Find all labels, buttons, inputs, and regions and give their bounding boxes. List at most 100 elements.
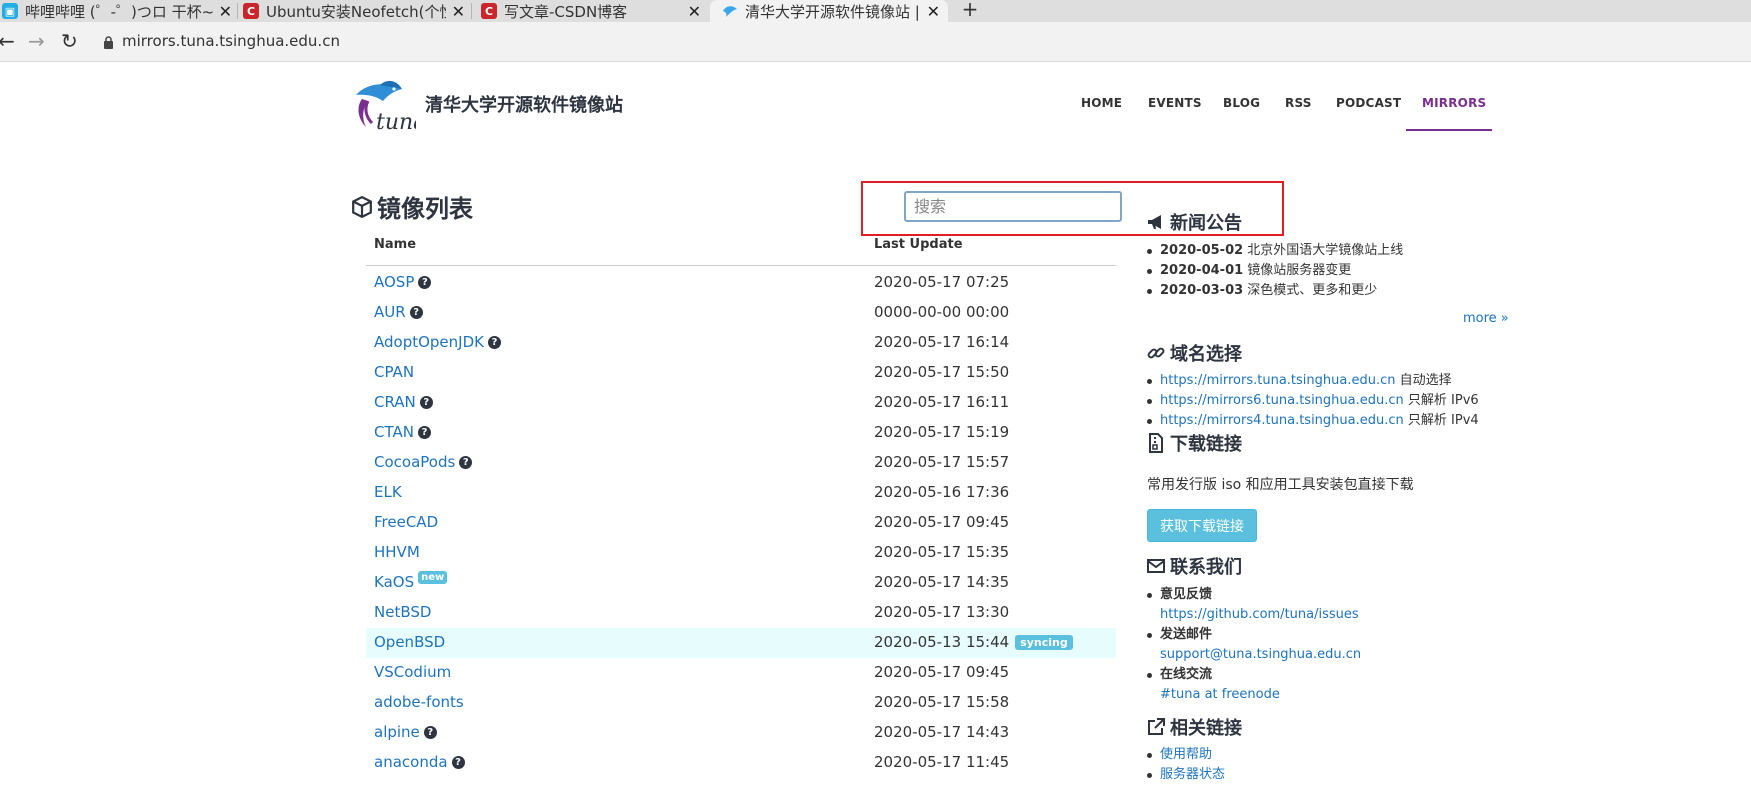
table-row: AdoptOpenJDK? 2020-05-17 16:14 <box>366 328 1116 358</box>
mirror-name[interactable]: FreeCAD <box>374 513 438 531</box>
mirror-name[interactable]: adobe-fonts <box>374 693 464 711</box>
table-row: CocoaPods? 2020-05-17 15:57 <box>366 448 1116 478</box>
domain-item: https://mirrors4.tuna.tsinghua.edu.cn 只解… <box>1146 411 1479 431</box>
mirror-name[interactable]: VSCodium <box>374 663 451 681</box>
mirror-name-link[interactable]: OpenBSD <box>374 633 445 651</box>
mirror-name[interactable]: AdoptOpenJDK <box>374 333 484 351</box>
mirror-name[interactable]: NetBSD <box>374 603 431 621</box>
mirror-name[interactable]: AOSP <box>374 273 414 291</box>
tuna-logo[interactable]: tuna <box>350 79 416 133</box>
domain-item: https://mirrors.tuna.tsinghua.edu.cn 自动选… <box>1146 371 1479 391</box>
mirror-name-link[interactable]: CTAN? <box>374 423 431 441</box>
reload-icon[interactable]: ↻ <box>61 30 78 52</box>
help-question-icon[interactable]: ? <box>418 275 432 289</box>
help-question-icon[interactable]: ? <box>451 755 465 769</box>
mirror-name[interactable]: CocoaPods <box>374 453 455 471</box>
related-link[interactable]: 使用帮助 <box>1160 747 1212 762</box>
news-text[interactable]: 镜像站服务器变更 <box>1247 263 1351 278</box>
help-question-icon[interactable]: ? <box>487 335 501 349</box>
news-more-link[interactable]: more » <box>1463 311 1509 326</box>
mirror-name[interactable]: alpine <box>374 723 420 741</box>
last-update-value: 2020-05-17 14:35 <box>874 573 1010 591</box>
get-download-links-button[interactable]: 获取下载链接 <box>1147 509 1257 542</box>
mirror-name-link[interactable]: KaOS new <box>374 570 448 591</box>
news-item[interactable]: 2020-04-01 镜像站服务器变更 <box>1146 261 1403 281</box>
mirror-name[interactable]: ELK <box>374 483 402 501</box>
tab-tuna-mirrors[interactable]: 清华大学开源软件镜像站 | Tsinghua ✕ <box>710 0 948 22</box>
table-row: OpenBSD 2020-05-13 15:44 syncing <box>366 628 1116 658</box>
search-input[interactable] <box>904 191 1122 222</box>
tab-title: 哔哩哔哩 (゜-゜)つロ 干杯~-bilibili <box>25 2 213 21</box>
nav-blog[interactable]: BLOG <box>1223 96 1260 110</box>
help-question-icon[interactable]: ? <box>419 395 433 409</box>
mirror-name-link[interactable]: FreeCAD <box>374 513 438 531</box>
mirror-name[interactable]: anaconda <box>374 753 448 771</box>
contact-value[interactable]: https://github.com/tuna/issues <box>1160 605 1361 625</box>
help-question-icon[interactable]: ? <box>417 425 431 439</box>
mirror-name-link[interactable]: AOSP? <box>374 273 432 291</box>
tab-bilibili[interactable]: ▣ 哔哩哔哩 (゜-゜)つロ 干杯~-bilibili ✕ <box>2 0 232 22</box>
nav-podcast[interactable]: PODCAST <box>1336 96 1401 110</box>
forward-arrow-icon[interactable]: → <box>28 30 45 52</box>
mirror-name-link[interactable]: NetBSD <box>374 603 431 621</box>
contact-value[interactable]: #tuna at freenode <box>1160 685 1361 705</box>
site-title[interactable]: 清华大学开源软件镜像站 <box>425 91 623 117</box>
contact-value[interactable]: support@tuna.tsinghua.edu.cn <box>1160 645 1361 665</box>
news-date: 2020-05-02 <box>1160 243 1244 258</box>
cube-icon <box>352 195 372 218</box>
mirror-name-link[interactable]: CRAN? <box>374 393 433 411</box>
nav-mirrors[interactable]: MIRRORS <box>1422 96 1486 110</box>
news-item[interactable]: 2020-03-03 深色模式、更多和更少 <box>1146 281 1403 301</box>
last-update-value: 2020-05-17 11:45 <box>874 753 1010 771</box>
mirror-name-link[interactable]: CPAN <box>374 363 414 381</box>
domain-link[interactable]: https://mirrors6.tuna.tsinghua.edu.cn <box>1160 393 1404 408</box>
table-row: NetBSD 2020-05-17 13:30 <box>366 598 1116 628</box>
mirror-name-link[interactable]: HHVM <box>374 543 420 561</box>
table-row: AUR? 0000-00-00 00:00 <box>366 298 1116 328</box>
page-content: tuna 清华大学开源软件镜像站 HOME EVENTS BLOG RSS PO… <box>0 63 1751 785</box>
close-tab-icon[interactable]: ✕ <box>219 2 232 21</box>
mirror-name-link[interactable]: AdoptOpenJDK? <box>374 333 501 351</box>
mirror-name[interactable]: CPAN <box>374 363 414 381</box>
mirror-name-link[interactable]: anaconda? <box>374 753 465 771</box>
related-link[interactable]: 服务器状态 <box>1160 767 1225 782</box>
domain-link[interactable]: https://mirrors.tuna.tsinghua.edu.cn <box>1160 373 1396 388</box>
table-row: alpine? 2020-05-17 14:43 <box>366 718 1116 748</box>
related-link-item: 使用帮助 <box>1146 745 1225 765</box>
mirror-name-link[interactable]: ELK <box>374 483 402 501</box>
nav-events[interactable]: EVENTS <box>1148 96 1202 110</box>
help-question-icon[interactable]: ? <box>459 455 473 469</box>
mirror-name-link[interactable]: adobe-fonts <box>374 693 464 711</box>
tab-ubuntu-neofetch[interactable]: C Ubuntu安装Neofetch(个性化终端) ✕ <box>243 0 465 22</box>
mirror-name[interactable]: CTAN <box>374 423 414 441</box>
help-question-icon[interactable]: ? <box>409 305 423 319</box>
close-tab-icon[interactable]: ✕ <box>927 2 940 21</box>
close-tab-icon[interactable]: ✕ <box>688 2 701 21</box>
back-arrow-icon[interactable]: ← <box>0 30 15 52</box>
mirror-name[interactable]: AUR <box>374 303 406 321</box>
help-question-icon[interactable]: ? <box>423 725 437 739</box>
mirror-name-link[interactable]: CocoaPods? <box>374 453 473 471</box>
address-bar[interactable]: mirrors.tuna.tsinghua.edu.cn <box>122 32 340 50</box>
table-row: HHVM 2020-05-17 15:35 <box>366 538 1116 568</box>
bilibili-icon: ▣ <box>2 3 18 19</box>
tuna-fish-icon <box>722 3 738 19</box>
mirror-last-update: 2020-05-17 14:35 <box>874 573 1009 591</box>
nav-rss[interactable]: RSS <box>1285 96 1312 110</box>
close-tab-icon[interactable]: ✕ <box>452 2 465 21</box>
news-item[interactable]: 2020-05-02 北京外国语大学镜像站上线 <box>1146 241 1403 261</box>
mirror-name-link[interactable]: VSCodium <box>374 663 451 681</box>
nav-home[interactable]: HOME <box>1081 96 1122 110</box>
mirror-name-link[interactable]: AUR? <box>374 303 423 321</box>
tab-separator <box>471 3 472 19</box>
tab-csdn-write[interactable]: C 写文章-CSDN博客 ✕ <box>481 0 701 22</box>
domain-link[interactable]: https://mirrors4.tuna.tsinghua.edu.cn <box>1160 413 1404 428</box>
mirror-name[interactable]: CRAN <box>374 393 416 411</box>
news-text[interactable]: 深色模式、更多和更少 <box>1247 283 1377 298</box>
mirror-name-link[interactable]: alpine? <box>374 723 437 741</box>
mirror-name[interactable]: KaOS <box>374 573 414 591</box>
mirror-name[interactable]: HHVM <box>374 543 420 561</box>
new-tab-button[interactable]: + <box>957 0 983 22</box>
mirror-name[interactable]: OpenBSD <box>374 633 445 651</box>
news-text[interactable]: 北京外国语大学镜像站上线 <box>1247 243 1403 258</box>
